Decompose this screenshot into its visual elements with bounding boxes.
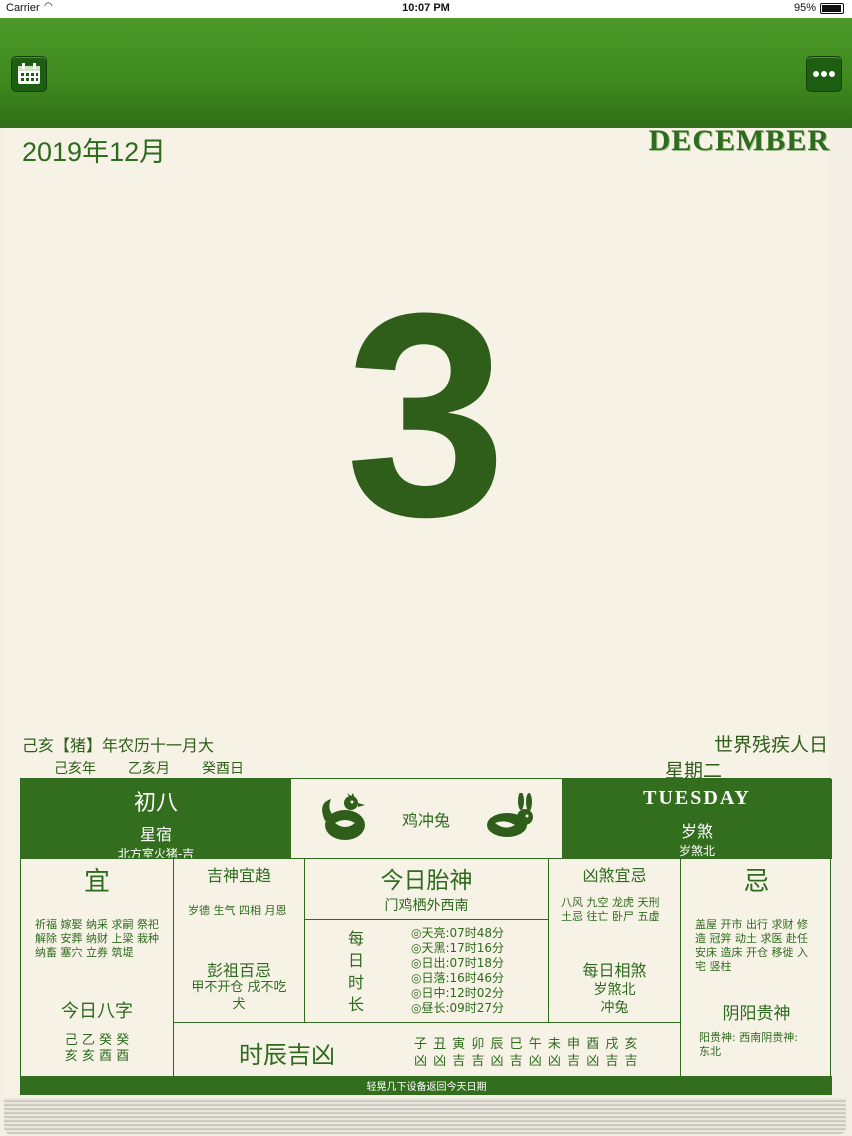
ji-items: 盖屋 开市 出行 求财 修造 冠笄 动土 求医 赴任 安床 造床 开仓 移徙 入… xyxy=(695,918,808,973)
sui-sha-direction: 岁煞北 xyxy=(678,844,715,858)
page-stack-edge xyxy=(4,1098,846,1134)
year-month: 2019年12月 xyxy=(22,137,167,167)
lunar-day-panel: 初八 星宿 北方室火猪-吉 xyxy=(21,779,291,861)
xiangsha-line1: 岁煞北 xyxy=(593,982,636,998)
jishen-panel: 吉神宜趋 岁德 生气 四相 月恩 彭祖百忌 甲不开仓 戌不吃犬 xyxy=(174,859,304,1022)
calendar-icon xyxy=(18,63,40,84)
status-bar: Carrier ◠ 10:07 PM 95% xyxy=(0,0,852,18)
xiongsha-title: 凶煞宜忌 xyxy=(582,866,647,885)
taishen-text: 门鸡栖外西南 xyxy=(384,898,469,914)
daylength-item: ◎昼长:09时27分 xyxy=(411,1001,505,1015)
battery-percent: 95% xyxy=(793,2,816,14)
battery-icon xyxy=(820,2,844,14)
daylength-item: ◎日出:07时18分 xyxy=(411,956,505,970)
bazi-title: 今日八字 xyxy=(61,1001,133,1022)
shake-hint: 轻晃几下设备返回今天日期 xyxy=(366,1082,487,1093)
ganzhi-day: 癸酉日 xyxy=(202,761,244,777)
calendar-button[interactable] xyxy=(11,56,47,92)
daylength-item: ◎天亮:07时48分 xyxy=(411,926,505,940)
yi-panel: 宜 祈福 嫁娶 纳采 求嗣 祭祀 解除 安葬 纳财 上梁 栽种 纳畜 塞穴 立券… xyxy=(21,859,173,1076)
battery-indicator: 95% xyxy=(794,2,844,14)
ganzhi-year: 己亥年 xyxy=(54,761,96,777)
daylength-list: ◎天亮:07时48分 ◎天黑:17时16分 ◎日出:07时18分 ◎日落:16时… xyxy=(411,926,504,1016)
pengzu-title: 彭祖百忌 xyxy=(206,961,271,980)
daylength-item: ◎天黑:17时16分 xyxy=(411,941,505,955)
almanac-grid: 初八 星宿 北方室火猪-吉 鸡冲兔 TUESDAY 岁煞 岁煞北 宜 祈福 嫁娶… xyxy=(20,778,832,1095)
shichen-fortunes: 凶 凶 吉 吉 凶 吉 凶 凶 吉 凶 吉 吉 xyxy=(414,1054,639,1069)
more-button[interactable] xyxy=(806,56,842,92)
taishen-title: 今日胎神 xyxy=(380,868,473,894)
clash-panel: 鸡冲兔 xyxy=(291,779,562,858)
taishen-panel: 今日胎神 门鸡栖外西南 xyxy=(305,859,548,919)
xiangsha-title: 每日相煞 xyxy=(582,961,647,980)
weekday-english: TUESDAY xyxy=(643,787,751,809)
weekday-panel: TUESDAY 岁煞 岁煞北 xyxy=(562,779,832,858)
xiangsha-line2: 冲兔 xyxy=(600,1000,629,1016)
jishen-title: 吉神宜趋 xyxy=(206,866,271,885)
shichen-panel: 时辰吉凶 子 丑 寅 卯 辰 巳 午 未 申 酉 戌 亥 凶 凶 吉 吉 凶 吉… xyxy=(174,1023,680,1076)
rabbit-icon xyxy=(487,793,533,837)
app-header xyxy=(0,18,852,128)
month-english: DECEMBER xyxy=(648,124,830,157)
more-icon xyxy=(813,71,835,77)
bazi-line2: 亥 亥 酉 酉 xyxy=(64,1049,130,1064)
guishen-title: 阴阳贵神 xyxy=(722,1004,791,1024)
clash-text: 鸡冲兔 xyxy=(401,811,450,830)
day-number: 3 xyxy=(345,253,507,577)
lunar-year-line: 己亥【猪】年农历十一月大 xyxy=(22,736,215,755)
shichen-title: 时辰吉凶 xyxy=(239,1041,335,1069)
daylength-panel: 每日时长 ◎天亮:07时48分 ◎天黑:17时16分 ◎日出:07时18分 ◎日… xyxy=(305,920,548,1022)
lunar-day: 初八 xyxy=(133,791,178,816)
sui-sha-label: 岁煞 xyxy=(680,822,713,841)
ji-title: 忌 xyxy=(743,867,770,897)
ganzhi-line: 己亥年 乙亥月 癸酉日 xyxy=(22,758,244,778)
yi-items: 祈福 嫁娶 纳采 求嗣 祭祀 解除 安葬 纳财 上梁 栽种 纳畜 塞穴 立券 筑… xyxy=(35,918,159,959)
guishen-text: 阳贵神: 西南阴贵神: 东北 xyxy=(699,1031,798,1058)
ji-panel: 忌 盖屋 开市 出行 求财 修造 冠笄 动土 求医 赴任 安床 造床 开仓 移徙… xyxy=(681,859,832,1076)
festival-label: 世界残疾人日 xyxy=(713,734,828,756)
pengzu-text: 甲不开仓 戌不吃犬 xyxy=(191,980,287,1012)
daylength-item: ◎日落:16时46分 xyxy=(411,971,505,985)
jishen-items: 岁德 生气 四相 月恩 xyxy=(188,904,287,917)
daylength-item: ◎日中:12时02分 xyxy=(411,986,505,1000)
yi-title: 宜 xyxy=(83,867,110,897)
daylength-title: 每日时长 xyxy=(347,929,364,1014)
rooster-icon xyxy=(322,793,365,840)
ganzhi-month: 乙亥月 xyxy=(128,761,170,777)
status-time: 10:07 PM xyxy=(402,2,450,14)
xiongsha-items: 八风 九空 龙虎 天刑 土忌 往亡 卧尸 五虚 xyxy=(561,896,660,923)
star-label: 星宿 xyxy=(139,825,172,844)
xiongsha-panel: 凶煞宜忌 八风 九空 龙虎 天刑 土忌 往亡 卧尸 五虚 每日相煞 岁煞北 冲兔 xyxy=(549,859,680,1022)
